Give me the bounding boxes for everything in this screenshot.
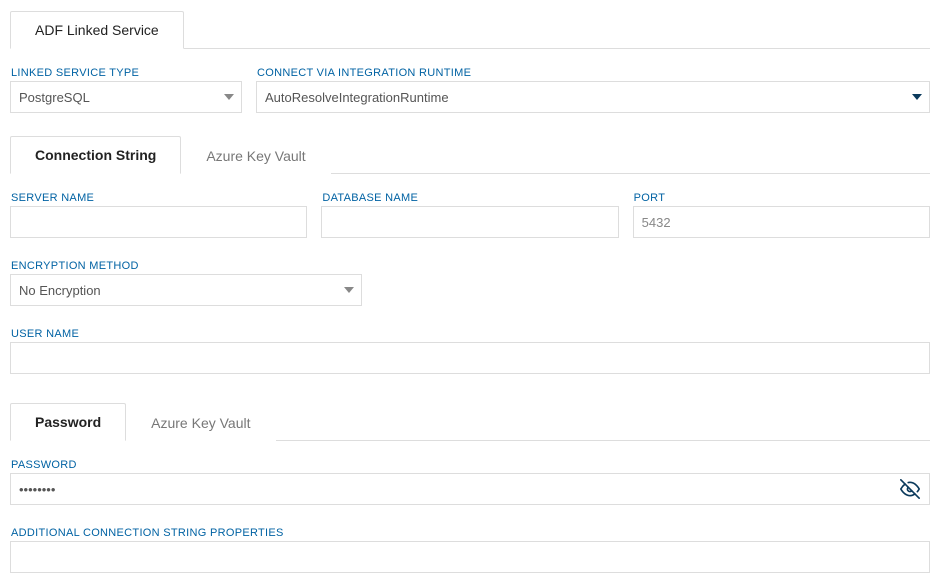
additional-connection-field: ADDITIONAL CONNECTION STRING PROPERTIES — [10, 527, 930, 573]
port-input[interactable] — [633, 206, 930, 238]
database-name-label: DATABASE NAME — [322, 192, 618, 204]
linked-service-type-field: LINKED SERVICE TYPE — [10, 67, 242, 113]
server-name-input[interactable] — [10, 206, 307, 238]
password-tabs: Password Azure Key Vault — [10, 402, 930, 441]
encryption-method-label: ENCRYPTION METHOD — [11, 260, 362, 272]
user-name-field: USER NAME — [10, 328, 930, 374]
password-field: PASSWORD — [10, 459, 930, 505]
user-name-label: USER NAME — [11, 328, 930, 340]
encryption-method-select[interactable] — [10, 274, 362, 306]
port-field: PORT — [633, 192, 930, 238]
tab-connection-string[interactable]: Connection String — [10, 136, 181, 174]
port-label: PORT — [634, 192, 930, 204]
encryption-method-field: ENCRYPTION METHOD — [10, 260, 362, 306]
connect-via-label: CONNECT VIA INTEGRATION RUNTIME — [257, 67, 930, 79]
server-name-label: SERVER NAME — [11, 192, 307, 204]
database-name-field: DATABASE NAME — [321, 192, 618, 238]
main-tabs: ADF Linked Service — [10, 10, 930, 49]
password-label: PASSWORD — [11, 459, 930, 471]
linked-service-type-select[interactable] — [10, 81, 242, 113]
tab-azure-key-vault[interactable]: Azure Key Vault — [181, 137, 330, 174]
additional-connection-label: ADDITIONAL CONNECTION STRING PROPERTIES — [11, 527, 930, 539]
database-name-input[interactable] — [321, 206, 618, 238]
additional-connection-input[interactable] — [10, 541, 930, 573]
connection-tabs: Connection String Azure Key Vault — [10, 135, 930, 174]
connect-via-field: CONNECT VIA INTEGRATION RUNTIME — [256, 67, 930, 113]
server-name-field: SERVER NAME — [10, 192, 307, 238]
tab-azure-key-vault-pwd[interactable]: Azure Key Vault — [126, 404, 275, 441]
user-name-input[interactable] — [10, 342, 930, 374]
tab-password[interactable]: Password — [10, 403, 126, 441]
tab-adf-linked-service[interactable]: ADF Linked Service — [10, 11, 184, 49]
connect-via-select[interactable] — [256, 81, 930, 113]
password-input[interactable] — [10, 473, 930, 505]
linked-service-type-label: LINKED SERVICE TYPE — [11, 67, 242, 79]
eye-off-icon[interactable] — [900, 479, 920, 499]
